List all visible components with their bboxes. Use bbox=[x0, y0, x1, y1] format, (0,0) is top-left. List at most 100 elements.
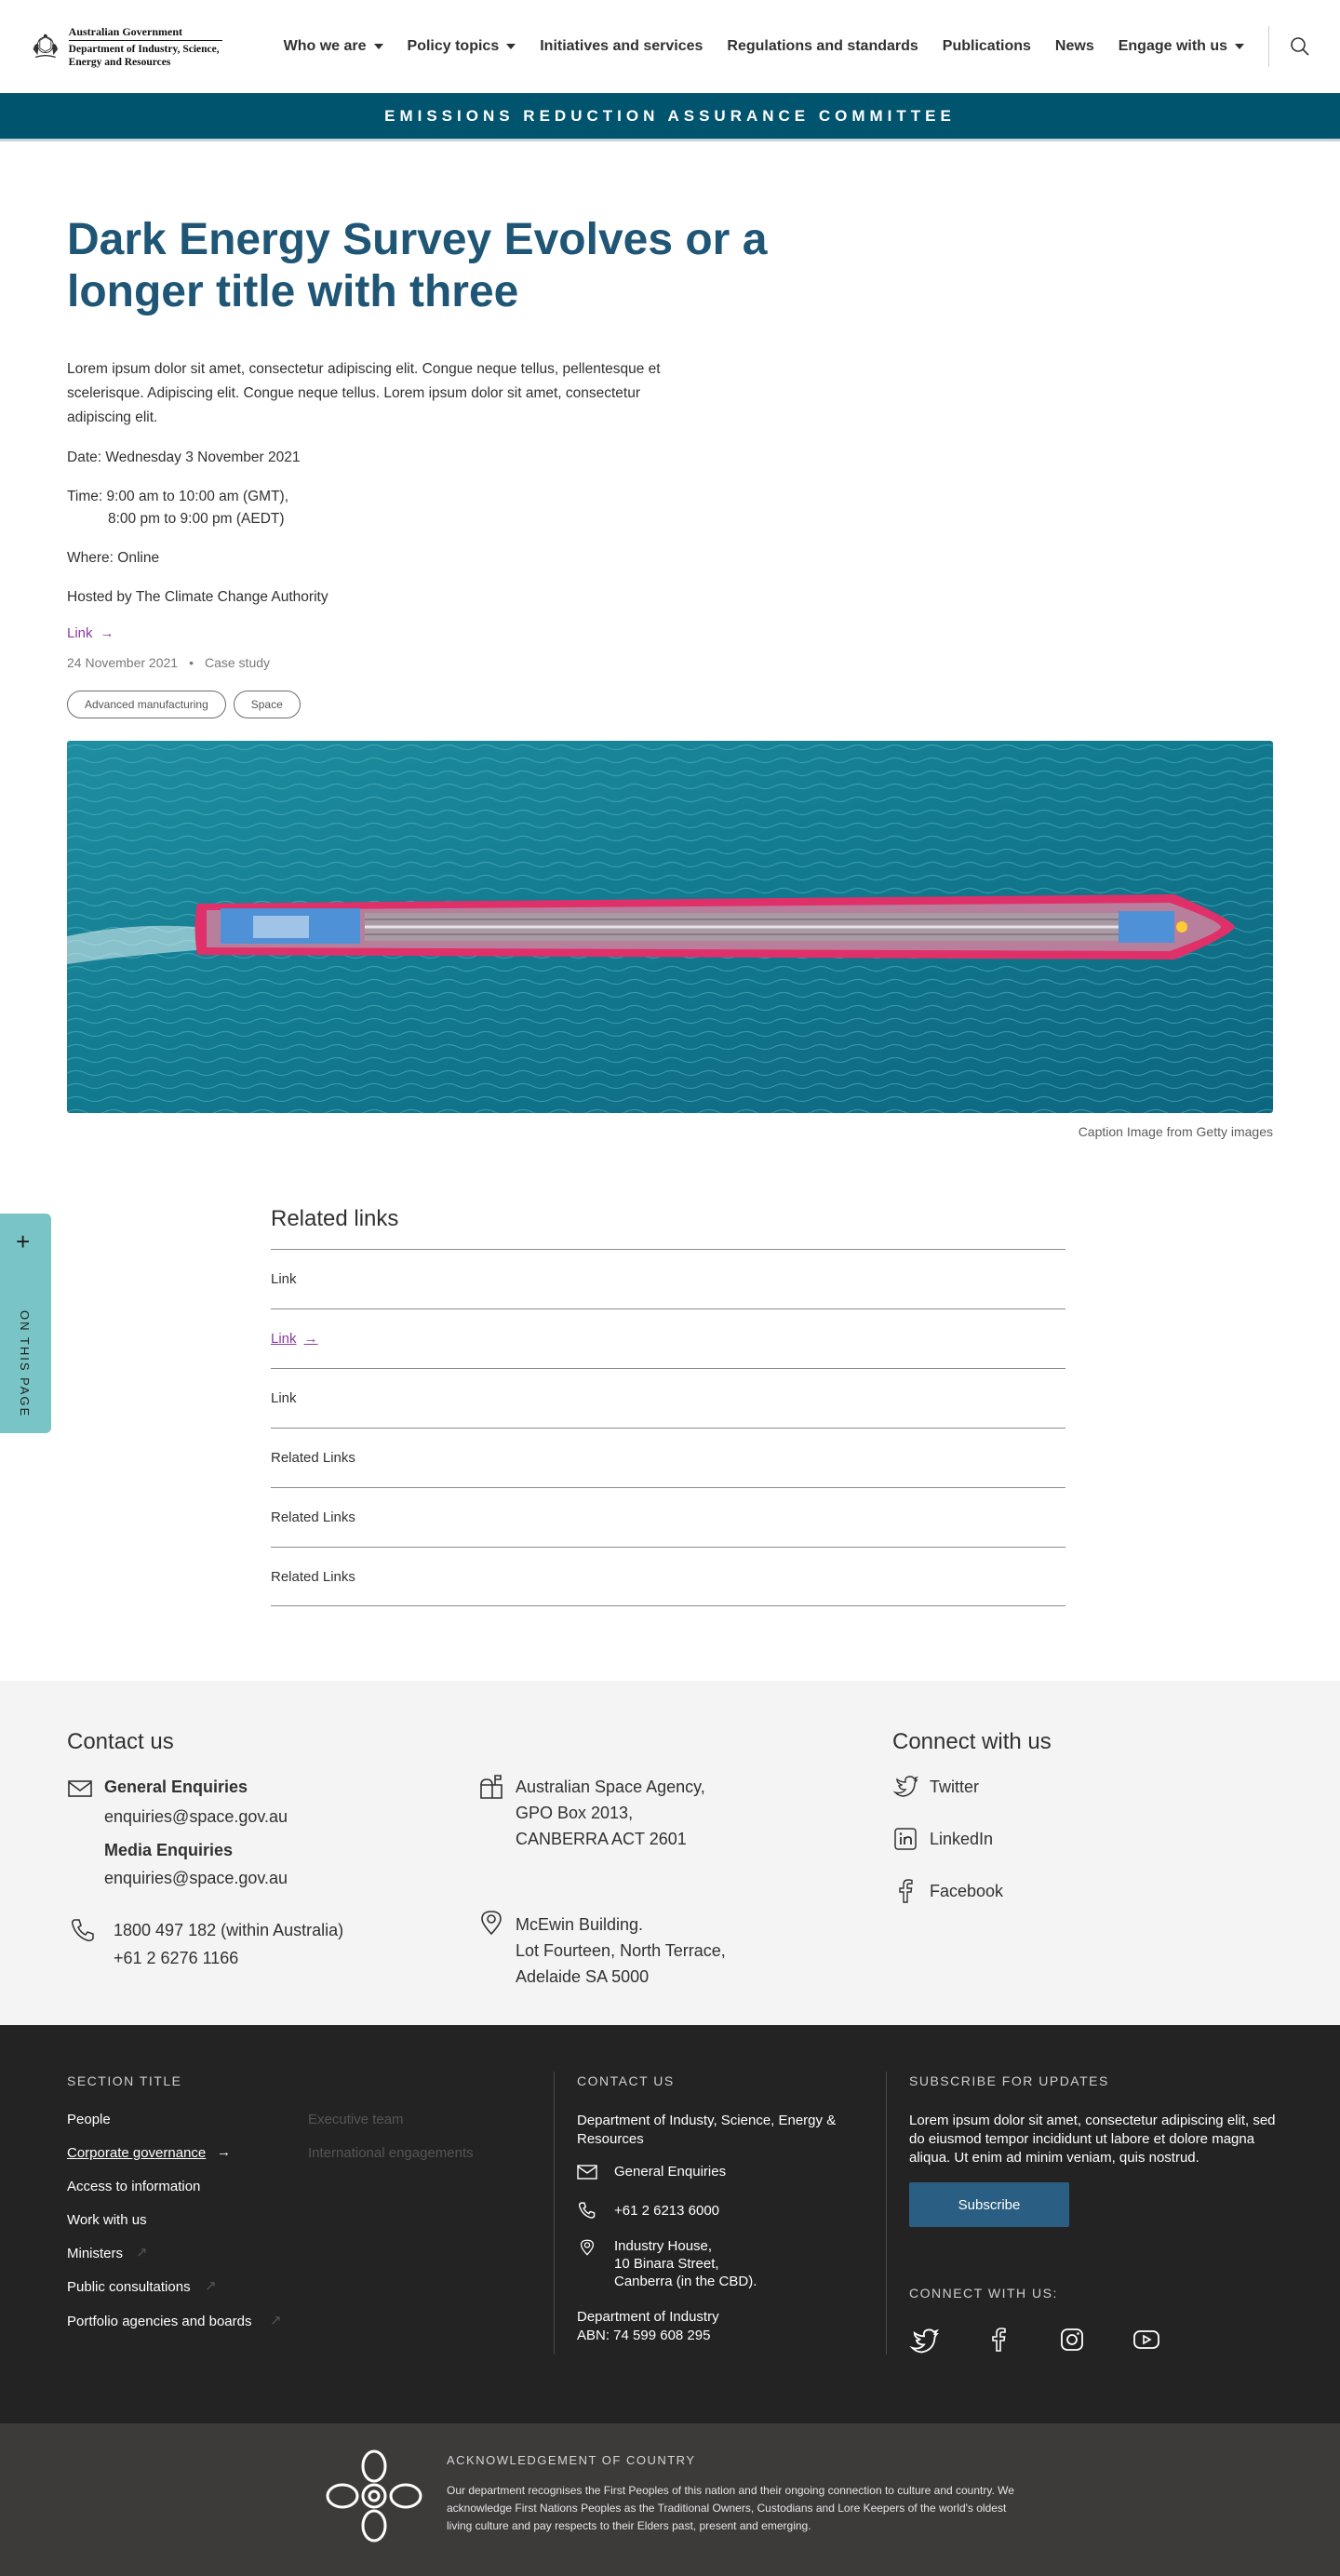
footer-section-title: SECTION TITLE bbox=[67, 2073, 182, 2088]
logo-dept-text: Department of Industry, Science, Energy … bbox=[68, 43, 220, 68]
nav-label: News bbox=[1054, 38, 1094, 54]
instagram-icon[interactable] bbox=[1060, 2328, 1084, 2352]
tag-space[interactable]: Space bbox=[233, 691, 301, 718]
media-email[interactable]: enquiries@space.gov.au bbox=[104, 1865, 288, 1891]
related-link-label: Related Links bbox=[271, 1568, 355, 1585]
on-this-page-toggle[interactable]: + ON THIS PAGE bbox=[0, 1214, 51, 1433]
publish-date: 24 November 2021 bbox=[67, 655, 179, 670]
footer-enquiries[interactable]: General Enquiries bbox=[614, 2163, 726, 2181]
arrow-right-icon: → bbox=[100, 625, 114, 641]
footer-contact-title: CONTACT US bbox=[577, 2073, 675, 2088]
related-link[interactable]: Link bbox=[271, 1368, 1065, 1428]
footer-link-access[interactable]: Access to information bbox=[67, 2179, 200, 2194]
chevron-down-icon bbox=[373, 44, 383, 49]
coat-of-arms-icon bbox=[33, 34, 59, 58]
main-content: Dark Energy Survey Evolves or a longer t… bbox=[0, 214, 1340, 1139]
search-button[interactable] bbox=[1290, 36, 1310, 57]
facebook-icon bbox=[899, 1879, 913, 1903]
tag-advanced-manufacturing[interactable]: Advanced manufacturing bbox=[67, 691, 226, 718]
footer-addr-3: Canberra (in the CBD). bbox=[614, 2274, 757, 2289]
footer-sublink-executive[interactable]: Executive team bbox=[308, 2112, 404, 2127]
event-time-line-2: 8:00 pm to 9:00 pm (AEDT) bbox=[108, 511, 285, 527]
event-host: Hosted by The Climate Change Authority bbox=[67, 589, 328, 605]
logo-gov-text: Australian Government bbox=[68, 25, 222, 41]
phone-1[interactable]: 1800 497 182 (within Australia) bbox=[114, 1917, 343, 1943]
footer-subscribe-text: Lorem ipsum dolor sit amet, consectetur … bbox=[909, 2113, 1276, 2166]
event-time-line-1: Time: 9:00 am to 10:00 am (GMT), bbox=[67, 489, 289, 504]
content-link[interactable]: Link → bbox=[67, 625, 114, 641]
footer-addr-2: 10 Binara Street, bbox=[614, 2256, 719, 2272]
mail-icon bbox=[577, 2165, 597, 2180]
nav-item-engage[interactable]: Engage with us bbox=[1119, 38, 1245, 55]
related-links-title: Related links bbox=[271, 1206, 399, 1231]
nav-label: Regulations and standards bbox=[727, 38, 918, 54]
footer-link-work[interactable]: Work with us bbox=[67, 2212, 147, 2228]
footer-divider bbox=[554, 2072, 555, 2355]
content-type: Case study bbox=[204, 655, 271, 670]
main-navigation: Who we are Policy topics Initiatives and… bbox=[284, 38, 1245, 55]
footer-link-people[interactable]: People bbox=[67, 2112, 111, 2127]
related-links-list: Link Link → Link Related Links Related Li… bbox=[271, 1249, 1065, 1606]
nav-item-publications[interactable]: Publications bbox=[943, 38, 1031, 55]
social-linkedin[interactable]: LinkedIn bbox=[930, 1826, 993, 1852]
youtube-icon[interactable] bbox=[1133, 2329, 1159, 2350]
related-link-active[interactable]: Link → bbox=[271, 1308, 1065, 1368]
nav-item-regulations[interactable]: Regulations and standards bbox=[727, 38, 918, 55]
government-logo[interactable]: Australian Government Department of Indu… bbox=[30, 23, 222, 70]
image-caption: Caption Image from Getty images bbox=[1078, 1124, 1273, 1139]
hero-image-tanker-ship bbox=[67, 741, 1273, 1113]
plus-icon: + bbox=[16, 1228, 31, 1255]
nav-item-initiatives[interactable]: Initiatives and services bbox=[540, 38, 703, 55]
related-link-label: Link bbox=[271, 1271, 297, 1287]
general-enquiries-label: General Enquiries bbox=[104, 1778, 248, 1796]
event-location: Where: Online bbox=[67, 550, 160, 566]
mailbox-icon bbox=[480, 1775, 502, 1799]
acknowledgement-title: ACKNOWLEDGEMENT OF COUNTRY bbox=[447, 2453, 696, 2467]
footer-sublink-international[interactable]: International engagements bbox=[308, 2145, 474, 2161]
nav-item-policy-topics[interactable]: Policy topics bbox=[408, 38, 516, 55]
twitter-icon[interactable] bbox=[909, 2327, 939, 2356]
phone-icon bbox=[72, 1919, 94, 1941]
related-link[interactable]: Related Links bbox=[271, 1428, 1065, 1487]
facebook-icon[interactable] bbox=[985, 2327, 1012, 2353]
phone-icon bbox=[578, 2202, 596, 2219]
footer-dept: Department of Industy, Science, Energy &… bbox=[577, 2113, 837, 2147]
street-line-2: Lot Fourteen, North Terrace, bbox=[516, 1941, 726, 1960]
location-pin-icon bbox=[580, 2239, 595, 2256]
phone-2[interactable]: +61 2 6276 1166 bbox=[114, 1945, 238, 1971]
separator-dot: • bbox=[189, 655, 194, 670]
footer-link-consultations[interactable]: Public consultations bbox=[67, 2279, 191, 2295]
postal-line-2: GPO Box 2013, bbox=[516, 1804, 634, 1822]
footer-link-ministers[interactable]: Ministers bbox=[67, 2246, 123, 2261]
footer-phone[interactable]: +61 2 6213 6000 bbox=[614, 2202, 719, 2220]
related-link[interactable]: Link bbox=[271, 1249, 1065, 1308]
footer-addr-1: Industry House, bbox=[614, 2238, 713, 2254]
related-link-label: Related Links bbox=[271, 1450, 355, 1466]
related-link-label: Related Links bbox=[271, 1509, 355, 1525]
page-title: Dark Energy Survey Evolves or a longer t… bbox=[67, 215, 768, 316]
header-divider bbox=[1268, 26, 1269, 67]
footer-divider bbox=[886, 2072, 887, 2355]
search-icon bbox=[1291, 37, 1309, 56]
social-twitter[interactable]: Twitter bbox=[930, 1774, 979, 1800]
footer-abn: ABN: 74 599 608 295 bbox=[577, 2328, 711, 2343]
aboriginal-art-icon bbox=[326, 2449, 422, 2542]
location-pin-icon bbox=[481, 1911, 502, 1936]
related-link[interactable]: Related Links bbox=[271, 1487, 1065, 1547]
subscribe-button[interactable]: Subscribe bbox=[909, 2182, 1069, 2227]
related-link[interactable]: Related Links bbox=[271, 1547, 1065, 1606]
nav-item-news[interactable]: News bbox=[1055, 38, 1094, 55]
street-line-1: McEwin Building. bbox=[516, 1915, 644, 1934]
site-section-banner[interactable]: EMISSIONS REDUCTION ASSURANCE COMMITTEE bbox=[0, 93, 1340, 141]
event-time: Time: 9:00 am to 10:00 am (GMT), 8:00 pm… bbox=[67, 486, 1273, 530]
footer-subscribe-title: SUBSCRIBE FOR UPDATES bbox=[909, 2073, 1109, 2088]
publish-meta: 24 November 2021 • Case study bbox=[67, 655, 1273, 670]
nav-item-who-we-are[interactable]: Who we are bbox=[284, 38, 383, 55]
footer-dept-name: Department of Industry bbox=[577, 2309, 719, 2325]
social-facebook[interactable]: Facebook bbox=[930, 1878, 1003, 1904]
footer-link-portfolio[interactable]: Portfolio agencies and boards bbox=[67, 2314, 251, 2329]
footer-link-corporate-governance[interactable]: Corporate governance bbox=[67, 2145, 206, 2161]
nav-label: Initiatives and services bbox=[540, 38, 704, 54]
general-email[interactable]: enquiries@space.gov.au bbox=[104, 1804, 288, 1830]
nav-label: Who we are bbox=[283, 38, 367, 54]
